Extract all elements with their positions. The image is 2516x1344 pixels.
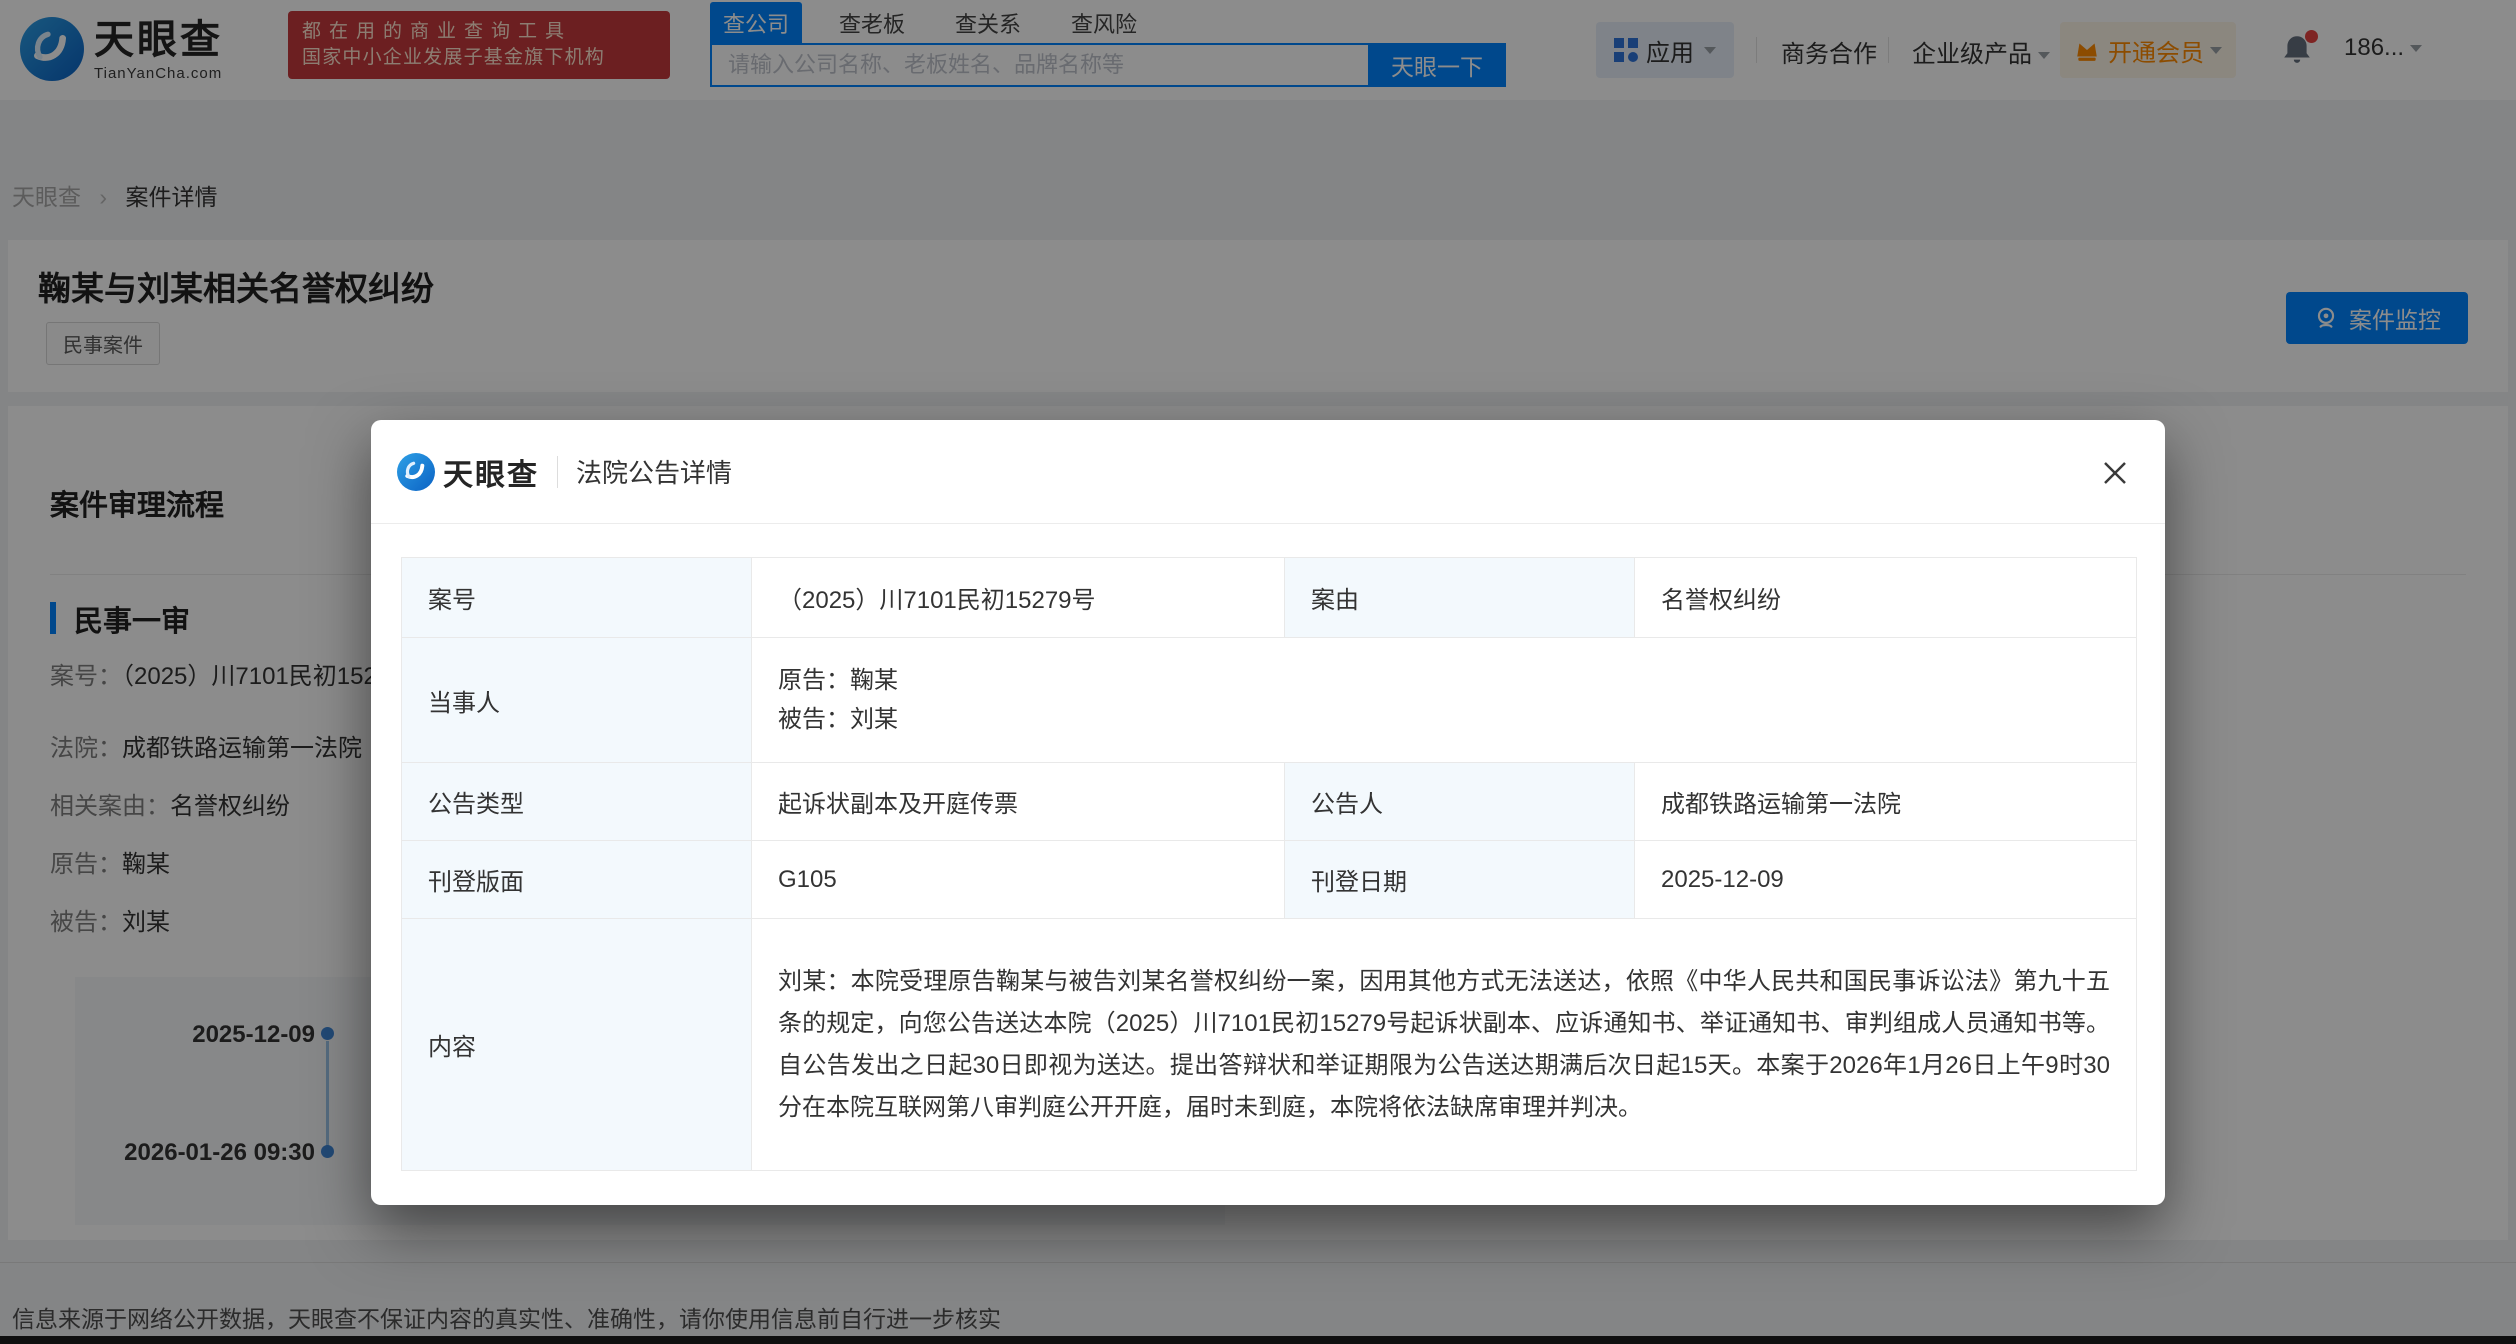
modal-title: 法院公告详情 [576,453,732,490]
table-row: 当事人 原告：鞠某 被告：刘某 [402,638,2137,763]
parties-label: 当事人 [402,638,752,763]
table-row: 公告类型 起诉状副本及开庭传票 公告人 成都铁路运输第一法院 [402,763,2137,841]
close-icon [2097,455,2133,491]
announcement-type-label: 公告类型 [402,763,752,841]
content-label: 内容 [402,919,752,1171]
modal-brand-name: 天眼查 [443,450,539,494]
parties-value: 原告：鞠某 被告：刘某 [752,638,2137,763]
defendant-line: 被告：刘某 [778,700,2110,739]
publish-date-label: 刊登日期 [1285,841,1635,919]
table-row: 内容 刘某：本院受理原告鞠某与被告刘某名誉权纠纷一案，因用其他方式无法送达，依照… [402,919,2137,1171]
announcement-table: 案号 （2025）川7101民初15279号 案由 名誉权纠纷 当事人 原告：鞠… [401,557,2137,1171]
court-announcement-modal: 天眼查 法院公告详情 案号 （2025）川7101民初15279号 案由 名誉权… [371,420,2165,1205]
announcer-value: 成都铁路运输第一法院 [1635,763,2137,841]
table-row: 案号 （2025）川7101民初15279号 案由 名誉权纠纷 [402,558,2137,638]
case-number-label: 案号 [402,558,752,638]
case-number-value: （2025）川7101民初15279号 [752,558,1285,638]
modal-close-button[interactable] [2097,455,2133,491]
announcer-label: 公告人 [1285,763,1635,841]
plaintiff-line: 原告：鞠某 [778,661,2110,700]
cause-label: 案由 [1285,558,1635,638]
modal-title-divider [557,456,558,488]
announcement-type-value: 起诉状副本及开庭传票 [752,763,1285,841]
table-row: 刊登版面 G105 刊登日期 2025-12-09 [402,841,2137,919]
cause-value: 名誉权纠纷 [1635,558,2137,638]
content-value: 刘某：本院受理原告鞠某与被告刘某名誉权纠纷一案，因用其他方式无法送达，依照《中华… [752,919,2137,1171]
publish-page-label: 刊登版面 [402,841,752,919]
publish-date-value: 2025-12-09 [1635,841,2137,919]
tianyancha-logo-icon [397,453,435,491]
modal-header: 天眼查 法院公告详情 [371,420,2165,524]
publish-page-value: G105 [752,841,1285,919]
